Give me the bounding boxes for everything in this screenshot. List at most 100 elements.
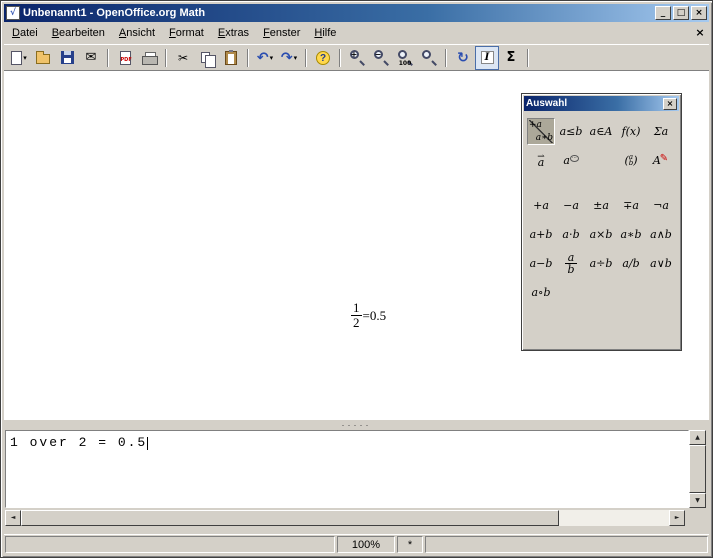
cut-button[interactable]: ✂ xyxy=(171,46,195,70)
menu-ansicht[interactable]: Ansicht xyxy=(112,24,162,42)
symbols-catalog-button[interactable]: Σ xyxy=(499,46,523,70)
menu-bearbeiten[interactable]: Bearbeiten xyxy=(45,24,112,42)
refresh-icon: ↻ xyxy=(457,50,469,66)
attributes-icon: ⇀ a xyxy=(537,155,545,166)
symbol-plus-minus-a[interactable]: ±a xyxy=(587,192,615,219)
undo-icon: ↶ xyxy=(257,50,269,66)
functions-icon: f(x) xyxy=(622,125,641,138)
brackets-icon: ( a b ) xyxy=(624,154,637,167)
symbol-a-minus-b[interactable]: a−b xyxy=(527,250,555,277)
formula-display[interactable]: 1 2 =0.5 xyxy=(351,301,386,331)
close-button[interactable]: × xyxy=(691,6,707,20)
selection-palette-window: Auswahl × +a a∗b a≤b a∈A f(x) xyxy=(521,93,682,351)
command-editor[interactable]: 1 over 2 = 0.5 xyxy=(5,430,689,508)
category-functions[interactable]: f(x) xyxy=(617,118,645,145)
save-button[interactable] xyxy=(55,46,79,70)
menu-format[interactable]: Format xyxy=(162,24,211,42)
symbol-a-plus-b[interactable]: a+b xyxy=(527,221,555,248)
formula-cursor-button[interactable]: I xyxy=(475,46,499,70)
menu-hilfe[interactable]: Hilfe xyxy=(307,24,343,42)
zoom-100-button[interactable]: 100 xyxy=(393,46,417,70)
category-attributes[interactable]: ⇀ a xyxy=(527,147,555,174)
sigma-icon: Σ xyxy=(507,50,516,65)
chevron-down-icon: ▾ xyxy=(294,54,298,62)
open-button[interactable] xyxy=(31,46,55,70)
menu-fenster[interactable]: Fenster xyxy=(256,24,307,42)
category-operators[interactable]: Σa xyxy=(647,118,675,145)
palette-title: Auswahl xyxy=(526,98,663,109)
symbol-a-slash-b[interactable]: a/b xyxy=(617,250,645,277)
zoom-in-button[interactable]: + xyxy=(345,46,369,70)
maximize-button[interactable]: □ xyxy=(673,6,689,20)
symbol-a-div-b[interactable]: a÷b xyxy=(587,250,615,277)
command-horizontal-scrollbar[interactable]: ◄ ► xyxy=(5,510,685,526)
redo-button[interactable]: ↷ ▾ xyxy=(277,46,301,70)
category-relations[interactable]: a≤b xyxy=(557,118,585,145)
splitter-grip-icon: ····· xyxy=(342,422,372,428)
symbol-a-cdot-b[interactable]: a⋅b xyxy=(557,221,585,248)
symbol-plus-a[interactable]: +a xyxy=(527,192,555,219)
miscellaneous-icon: a··· xyxy=(563,154,578,167)
scroll-down-icon[interactable]: ▼ xyxy=(689,493,706,508)
command-vertical-scrollbar[interactable]: ▲ ▼ xyxy=(689,430,706,508)
zoom-all-icon xyxy=(421,49,438,66)
status-zoom-cell[interactable]: 100% xyxy=(337,536,395,553)
scroll-right-icon[interactable]: ► xyxy=(669,510,685,526)
category-miscellaneous[interactable]: a··· xyxy=(557,147,585,174)
symbol-a-circ-b[interactable]: a∘b xyxy=(527,279,555,306)
palette-body: +a a∗b a≤b a∈A f(x) Σa xyxy=(522,113,681,307)
redo-icon: ↷ xyxy=(281,50,293,66)
palette-close-button[interactable]: × xyxy=(663,98,677,110)
chevron-down-icon: ▾ xyxy=(270,54,274,62)
scissors-icon: ✂ xyxy=(178,51,188,65)
status-modified-cell: * xyxy=(397,536,423,553)
formula-cursor-icon: I xyxy=(481,51,494,64)
copy-button[interactable] xyxy=(195,46,219,70)
refresh-button[interactable]: ↻ xyxy=(451,46,475,70)
scroll-left-icon[interactable]: ◄ xyxy=(5,510,21,526)
menu-datei[interactable]: Datei xyxy=(5,24,45,42)
print-button[interactable] xyxy=(137,46,161,70)
symbol-not-a[interactable]: ¬a xyxy=(647,192,675,219)
palette-symbol-row-4: a∘b xyxy=(525,278,678,307)
category-brackets[interactable]: ( a b ) xyxy=(617,147,645,174)
toolbar-separator xyxy=(339,49,341,67)
help-button[interactable]: ? xyxy=(311,46,335,70)
paste-button[interactable] xyxy=(219,46,243,70)
view-split-handle[interactable]: ····· xyxy=(4,419,709,430)
zoom-all-button[interactable] xyxy=(417,46,441,70)
new-document-button[interactable]: ▾ xyxy=(7,46,31,70)
category-set-operations[interactable]: a∈A xyxy=(587,118,615,145)
symbol-a-and-b[interactable]: a∧b xyxy=(647,221,675,248)
minimize-button[interactable]: _ xyxy=(655,6,671,20)
unary-binary-icon: +a a∗b xyxy=(529,120,553,143)
help-icon: ? xyxy=(316,51,330,65)
email-button[interactable]: ✉ xyxy=(79,46,103,70)
title-bar[interactable]: √ Unbenannt1 - OpenOffice.org Math _ □ × xyxy=(4,4,709,22)
palette-category-row-2: ⇀ a a··· ( a b xyxy=(525,146,678,175)
symbol-a-times-b[interactable]: a×b xyxy=(587,221,615,248)
symbol-minus-plus-a[interactable]: ∓a xyxy=(617,192,645,219)
scroll-up-icon[interactable]: ▲ xyxy=(689,430,706,445)
toolbar-separator xyxy=(445,49,447,67)
status-filler-cell xyxy=(425,536,708,553)
horizontal-scroll-thumb[interactable] xyxy=(21,510,559,526)
menu-extras[interactable]: Extras xyxy=(211,24,256,42)
category-formats[interactable]: A✎ xyxy=(647,147,675,174)
undo-button[interactable]: ↶ ▾ xyxy=(253,46,277,70)
symbol-a-or-b[interactable]: a∨b xyxy=(647,250,675,277)
category-unary-binary-operators[interactable]: +a a∗b xyxy=(527,118,555,145)
symbol-a-over-b[interactable]: a b xyxy=(557,250,585,277)
document-close-icon[interactable]: × xyxy=(692,26,708,41)
command-text: 1 over 2 = 0.5 xyxy=(10,435,147,450)
zoom-out-button[interactable]: − xyxy=(369,46,393,70)
clipboard-icon xyxy=(225,51,237,65)
symbol-minus-a[interactable]: −a xyxy=(557,192,585,219)
fraction-numerator: 1 xyxy=(351,301,362,316)
export-pdf-button[interactable]: PDF xyxy=(113,46,137,70)
vertical-scroll-thumb[interactable] xyxy=(689,445,706,493)
palette-title-bar[interactable]: Auswahl × xyxy=(524,96,679,111)
operators-icon: Σa xyxy=(654,125,668,138)
symbol-a-ast-b[interactable]: a∗b xyxy=(617,221,645,248)
horizontal-scroll-track[interactable] xyxy=(559,510,669,526)
